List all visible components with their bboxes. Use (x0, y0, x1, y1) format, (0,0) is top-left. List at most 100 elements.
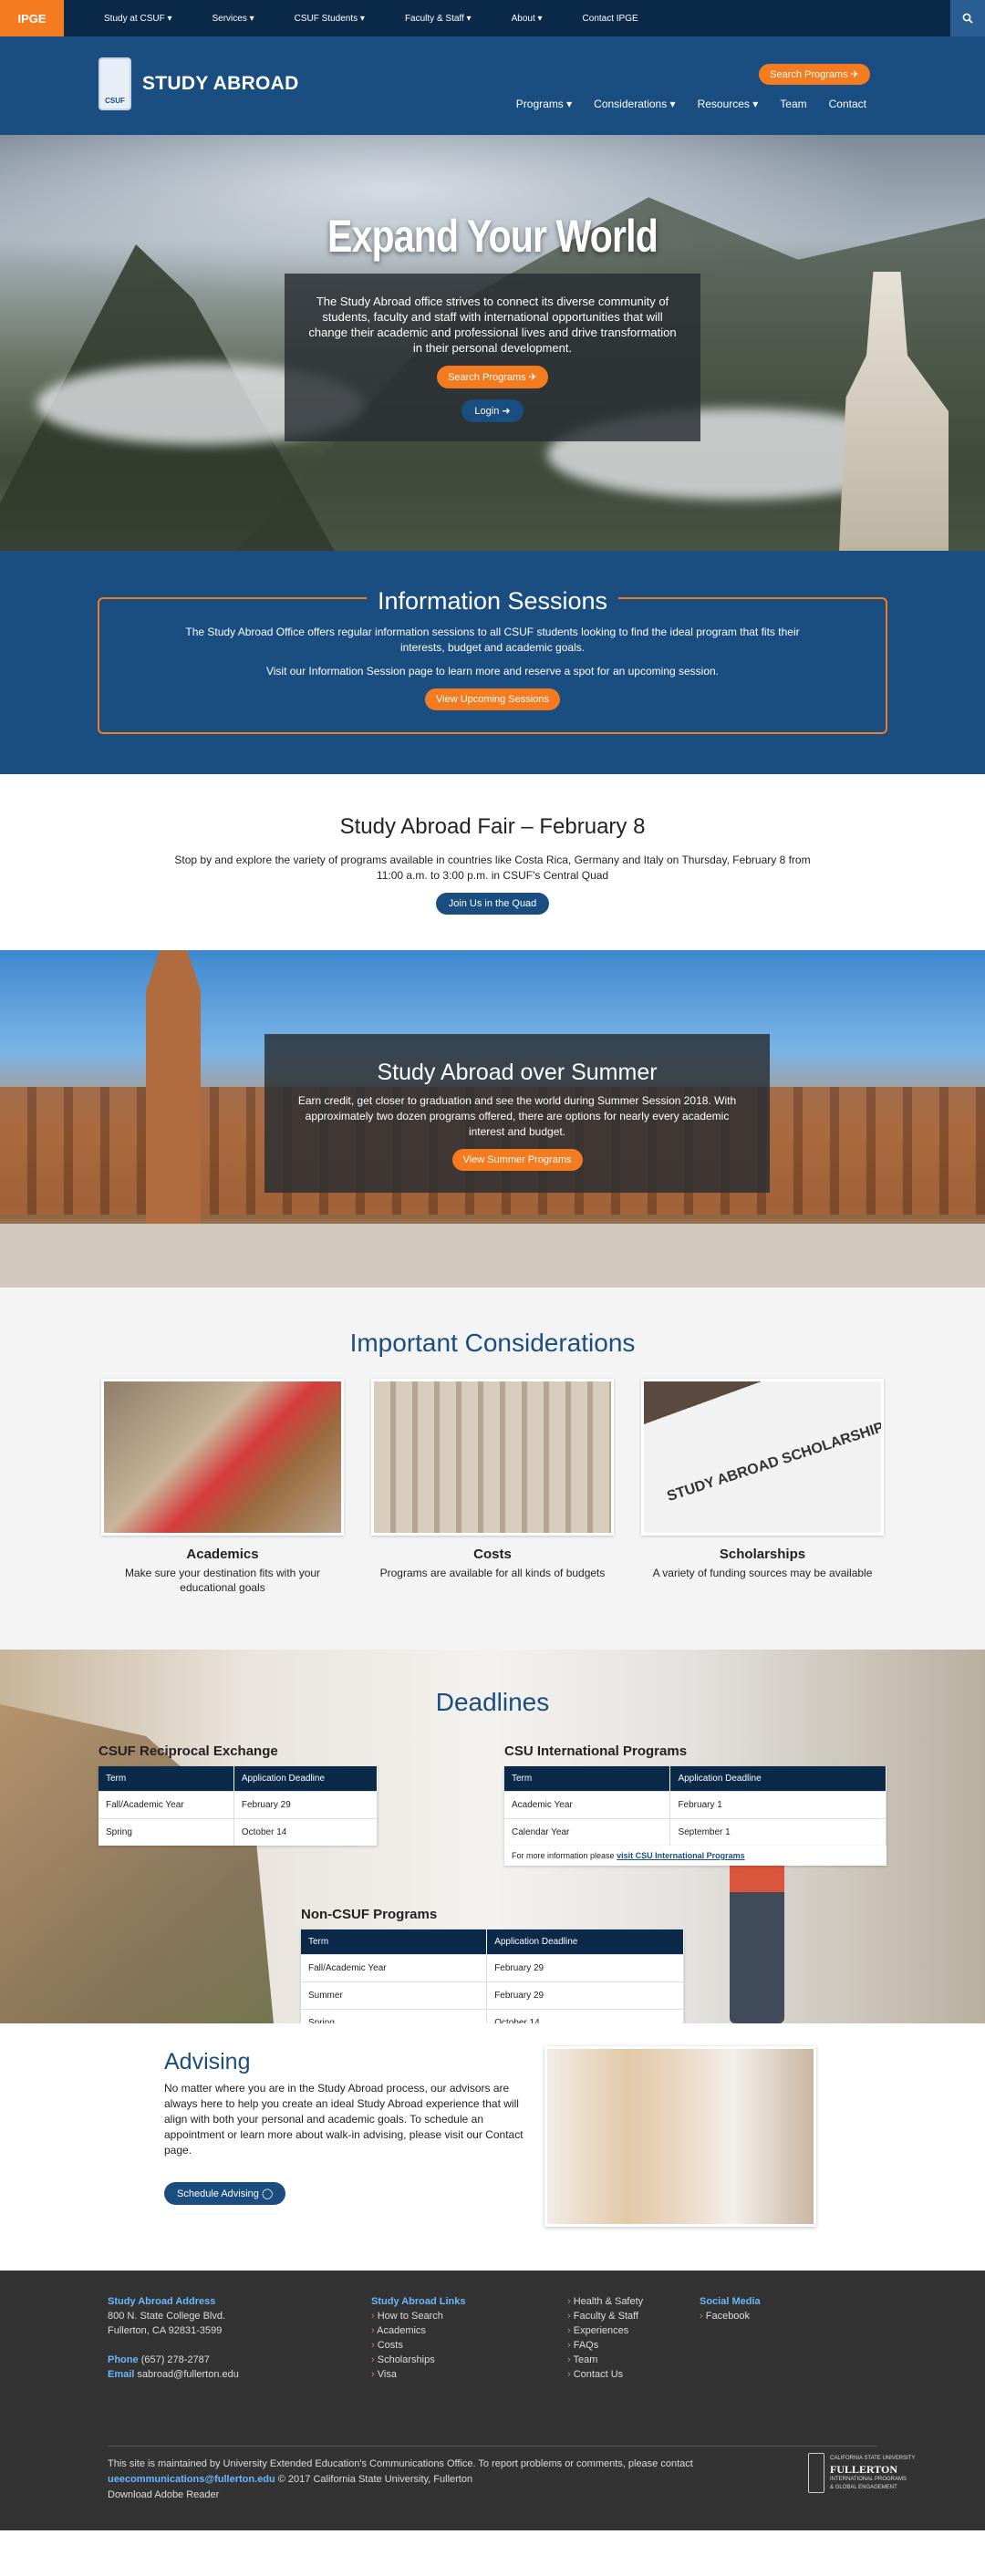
costs-card-text: Programs are available for all kinds of … (379, 1567, 606, 1579)
table-cell: February 29 (233, 1791, 378, 1819)
footer-contact-email-link[interactable]: ueecommunications@fullerton.edu (108, 2474, 275, 2485)
footer-link-visa[interactable]: Visa (371, 2367, 466, 2382)
summer-plaza-image (0, 1224, 985, 1288)
view-upcoming-sessions-button[interactable]: View Upcoming Sessions (425, 688, 560, 710)
visit-csu-international-link[interactable]: visit CSU International Programs (617, 1851, 745, 1860)
hero-search-programs-button[interactable]: Search Programs ✈ (437, 366, 548, 388)
view-summer-programs-button[interactable]: View Summer Programs (451, 1149, 583, 1171)
reciprocal-exchange-title: CSUF Reciprocal Exchange (98, 1743, 278, 1759)
deadlines-title: Deadlines (435, 1688, 550, 1716)
footer-link-facebook[interactable]: Facebook (700, 2309, 761, 2323)
nav-considerations[interactable]: Considerations ▾ (594, 98, 675, 110)
table-cell: Summer (301, 1981, 488, 2010)
table-cell: Calendar Year (504, 1818, 671, 1846)
fair-title: Study Abroad Fair – February 8 (339, 814, 646, 839)
information-sessions-text: The Study Abroad Office offers regular i… (185, 626, 800, 654)
footer-link-team[interactable]: Team (567, 2353, 643, 2367)
table-row: Spring October 14 (301, 2009, 684, 2023)
table-header: Application Deadline (669, 1766, 886, 1792)
footer-link-scholarships[interactable]: Scholarships (371, 2353, 466, 2367)
nav-programs[interactable]: Programs ▾ (516, 98, 572, 110)
information-sessions-frame: The Study Abroad Office offers regular i… (98, 597, 887, 734)
footer-address-heading: Study Abroad Address (108, 2296, 216, 2307)
nav-team[interactable]: Team (780, 98, 806, 110)
header-search-programs-button[interactable]: Search Programs ✈ (759, 64, 870, 85)
information-sessions-title: Information Sessions (0, 587, 985, 616)
footer-link-costs[interactable]: Costs (371, 2338, 466, 2353)
top-nav-contact-ipge[interactable]: Contact IPGE (563, 14, 658, 24)
table-header: Term (98, 1766, 234, 1792)
scholarship-form-text: STUDY ABROAD SCHOLARSHIP (665, 1419, 884, 1505)
top-nav-services[interactable]: Services ▾ (192, 14, 275, 24)
footer-link-how-to-search[interactable]: How to Search (371, 2309, 466, 2323)
table-cell: February 1 (669, 1791, 886, 1819)
table-cell: October 14 (486, 2009, 684, 2023)
table-cell: February 29 (486, 1981, 684, 2010)
advising-section: Advising No matter where you are in the … (0, 2023, 985, 2271)
nav-contact[interactable]: Contact (829, 98, 866, 110)
top-nav-csuf-students[interactable]: CSUF Students ▾ (275, 14, 385, 24)
table-cell: Spring (98, 1818, 234, 1846)
footer-phone: Phone (657) 278-2787 (108, 2354, 210, 2365)
costs-image (371, 1379, 614, 1536)
site-header: CSUF STUDY ABROAD Search Programs ✈ Prog… (0, 36, 985, 135)
download-adobe-reader-link[interactable]: Download Adobe Reader (108, 2488, 746, 2503)
footer-divider (108, 2446, 877, 2447)
summer-text: Earn credit, get closer to graduation an… (297, 1094, 737, 1138)
top-nav-study-at-csuf[interactable]: Study at CSUF ▾ (84, 14, 192, 24)
reciprocal-exchange-table: Term Application Deadline Fall/Academic Y… (98, 1766, 378, 1846)
reciprocal-exchange-block: CSUF Reciprocal Exchange Term Application… (98, 1743, 378, 1846)
search-icon (962, 13, 973, 24)
advising-title: Advising (164, 2049, 251, 2074)
deadlines-section: Deadlines CSUF Reciprocal Exchange Term A… (0, 1650, 985, 2023)
footer-link-academics[interactable]: Academics (371, 2323, 466, 2338)
important-considerations-section: Important Considerations Academics Make … (0, 1288, 985, 1650)
non-csuf-title: Non-CSUF Programs (301, 1907, 438, 1922)
main-nav: Programs ▾ Considerations ▾ Resources ▾ … (516, 98, 866, 110)
footer-address-line: Fullerton, CA 92831-3599 (108, 2325, 223, 2336)
summer-title: Study Abroad over Summer (377, 1060, 658, 1085)
table-header: Term (504, 1766, 671, 1792)
summer-section: Study Abroad over Summer Earn credit, ge… (0, 950, 985, 1288)
costs-card-title: Costs (473, 1547, 512, 1562)
ipge-home-link[interactable]: IPGE (0, 0, 64, 36)
considerations-cards: Academics Make sure your destination fit… (0, 1379, 985, 1595)
footer-links-2: Health & Safety Faculty & Staff Experien… (567, 2294, 644, 2382)
table-row: Calendar Year September 1 (504, 1818, 886, 1846)
costs-card[interactable]: Costs Programs are available for all kin… (371, 1379, 614, 1595)
footer-link-contact-us[interactable]: Contact Us (567, 2367, 643, 2382)
hero-login-button[interactable]: Login ➜ (461, 399, 524, 422)
table-cell: Fall/Academic Year (98, 1791, 234, 1819)
footer-links-1: Study Abroad Links How to Search Academi… (371, 2294, 466, 2382)
csu-international-block: CSU International Programs Term Applicati… (504, 1743, 886, 1866)
site-footer: Study Abroad Address 800 N. State Colleg… (0, 2271, 985, 2530)
footer-link-experiences[interactable]: Experiences (567, 2323, 643, 2338)
table-cell: February 29 (486, 1954, 684, 1982)
join-us-in-the-quad-button[interactable]: Join Us in the Quad (435, 893, 550, 915)
top-nav-about[interactable]: About ▾ (492, 14, 563, 24)
fullerton-ipge-logo[interactable]: CALIFORNIA STATE UNIVERSITY FULLERTON IN… (808, 2447, 918, 2498)
csu-international-note: For more information please visit CSU In… (504, 1846, 886, 1866)
scholarships-card-text: A variety of funding sources may be avai… (652, 1567, 873, 1579)
nav-resources[interactable]: Resources ▾ (698, 98, 759, 110)
scholarships-card[interactable]: STUDY ABROAD SCHOLARSHIP Scholarships A … (641, 1379, 884, 1595)
academics-card[interactable]: Academics Make sure your destination fit… (101, 1379, 344, 1595)
table-header: Application Deadline (233, 1766, 378, 1792)
schedule-advising-button[interactable]: Schedule Advising ◯ (164, 2182, 286, 2205)
footer-address: Study Abroad Address 800 N. State Colleg… (108, 2294, 239, 2382)
table-row: Summer February 29 (301, 1981, 684, 2010)
table-cell: October 14 (233, 1818, 378, 1846)
top-nav-faculty-staff[interactable]: Faculty & Staff ▾ (385, 14, 492, 24)
site-logo[interactable]: CSUF STUDY ABROAD (98, 57, 299, 110)
academics-image (101, 1379, 344, 1536)
footer-social: Social Media Facebook (700, 2294, 761, 2323)
considerations-title: Important Considerations (349, 1329, 636, 1357)
footer-link-faculty-staff[interactable]: Faculty & Staff (567, 2309, 643, 2323)
csuf-seal-icon: CSUF (98, 57, 131, 110)
non-csuf-table: Term Application Deadline Fall/Academic Y… (301, 1929, 684, 2023)
footer-link-health-safety[interactable]: Health & Safety (567, 2294, 643, 2309)
footer-email-link[interactable]: sabroad@fullerton.edu (137, 2369, 238, 2380)
top-search-button[interactable] (950, 0, 985, 36)
non-csuf-block: Non-CSUF Programs Term Application Deadli… (301, 1907, 684, 2023)
footer-link-faqs[interactable]: FAQs (567, 2338, 643, 2353)
